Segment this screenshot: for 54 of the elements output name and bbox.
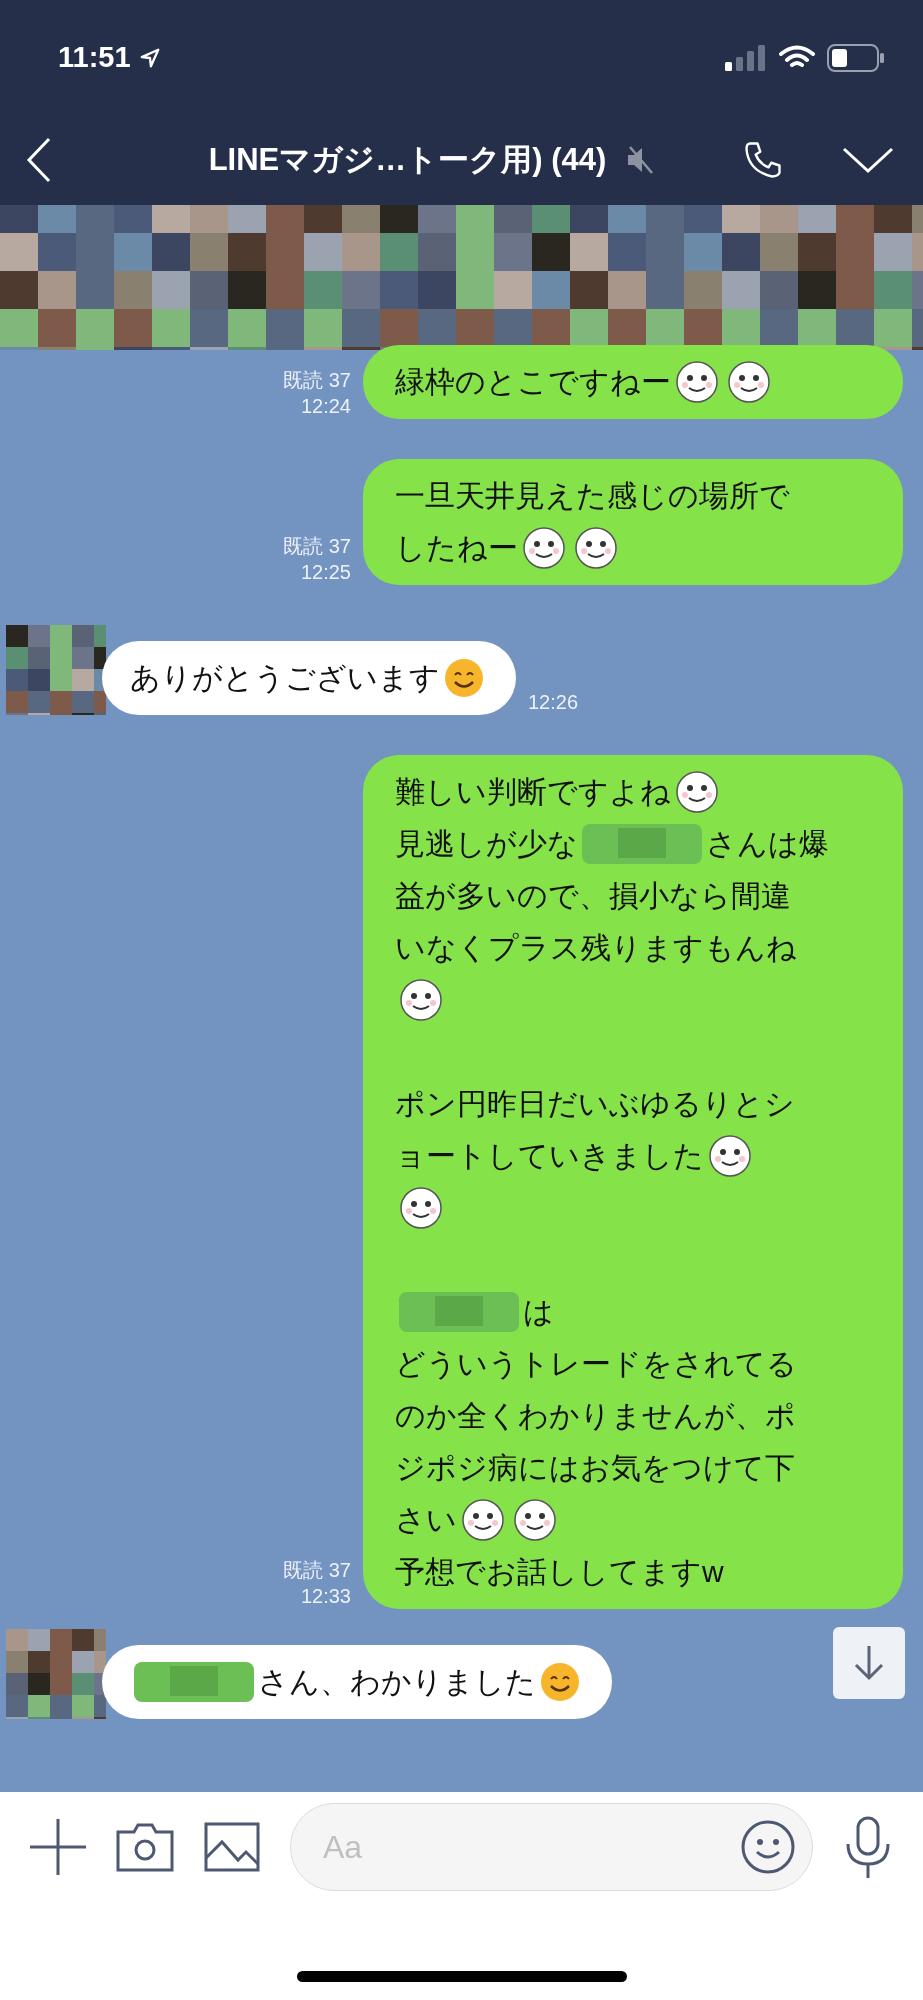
camera-icon xyxy=(116,1822,174,1872)
message-text: ありがとうございます xyxy=(130,660,440,696)
add-button[interactable] xyxy=(30,1819,86,1875)
battery-icon xyxy=(827,43,885,72)
face-emoticon-icon xyxy=(513,1498,557,1542)
message-text: 益が多いので、損小なら間違 xyxy=(395,878,791,914)
message-text: 難しい判断ですよね xyxy=(395,774,671,810)
status-time: 11:51 xyxy=(58,39,131,75)
scroll-down-button[interactable] xyxy=(833,1627,905,1699)
message-time: 12:24 xyxy=(300,394,351,419)
face-emoticon-icon xyxy=(675,360,719,404)
read-receipt: 既読 37 xyxy=(283,368,351,393)
microphone-icon xyxy=(844,1816,892,1878)
message-text: のか全くわかりませんが、ポ xyxy=(395,1398,796,1434)
message-text: 一旦天井見えた感じの場所で xyxy=(395,478,790,514)
image-button[interactable] xyxy=(204,1822,260,1872)
face-emoticon-icon xyxy=(574,526,618,570)
message-text: は xyxy=(523,1294,554,1330)
face-emoticon-icon xyxy=(522,526,566,570)
plus-icon xyxy=(30,1819,86,1875)
signal-icon xyxy=(725,44,767,71)
read-receipt: 既読 37 xyxy=(283,1558,351,1583)
face-emoticon-icon xyxy=(727,360,771,404)
smiling-emoji-icon xyxy=(540,1662,580,1702)
location-arrow-icon xyxy=(138,46,161,69)
message-text: さんは爆 xyxy=(706,826,829,862)
message-text: さい xyxy=(395,1502,457,1538)
face-emoticon-icon xyxy=(461,1498,505,1542)
message-text: ポン円昨日だいぶゆるりとシ xyxy=(395,1086,795,1122)
message-text: いなくプラス残りますもんね xyxy=(395,930,797,966)
image-icon xyxy=(204,1822,260,1872)
face-emoticon-icon xyxy=(399,978,443,1022)
face-emoticon-icon xyxy=(708,1134,752,1178)
message-text: したねー xyxy=(395,530,518,566)
camera-button[interactable] xyxy=(116,1822,174,1872)
down-arrow-icon xyxy=(852,1644,886,1682)
read-receipt: 既読 37 xyxy=(283,534,351,559)
chevron-down-icon xyxy=(842,146,894,174)
message-time: 12:33 xyxy=(300,1584,351,1609)
message-text: どういうトレードをされてる xyxy=(395,1346,797,1382)
message-text: 予想でお話ししてますw xyxy=(395,1554,724,1590)
message-text: ョートしていきました xyxy=(395,1138,704,1174)
message-text: 緑枠のとこですねー xyxy=(395,364,671,400)
smiling-emoji-icon xyxy=(444,658,484,698)
smiley-icon[interactable] xyxy=(740,1819,796,1875)
message-text: 見逃しが少な xyxy=(395,826,578,862)
message-text: さん、わかりました xyxy=(258,1664,536,1700)
face-emoticon-icon xyxy=(399,1186,443,1230)
message-time: 12:25 xyxy=(300,560,351,585)
chat-title: LINEマガジ…トーク用) (44) xyxy=(208,140,607,179)
back-chevron-icon xyxy=(25,136,53,184)
message-time: 12:26 xyxy=(528,690,579,715)
message-text: ジポジ病にはお気をつけて下 xyxy=(395,1450,795,1486)
face-emoticon-icon xyxy=(675,770,719,814)
